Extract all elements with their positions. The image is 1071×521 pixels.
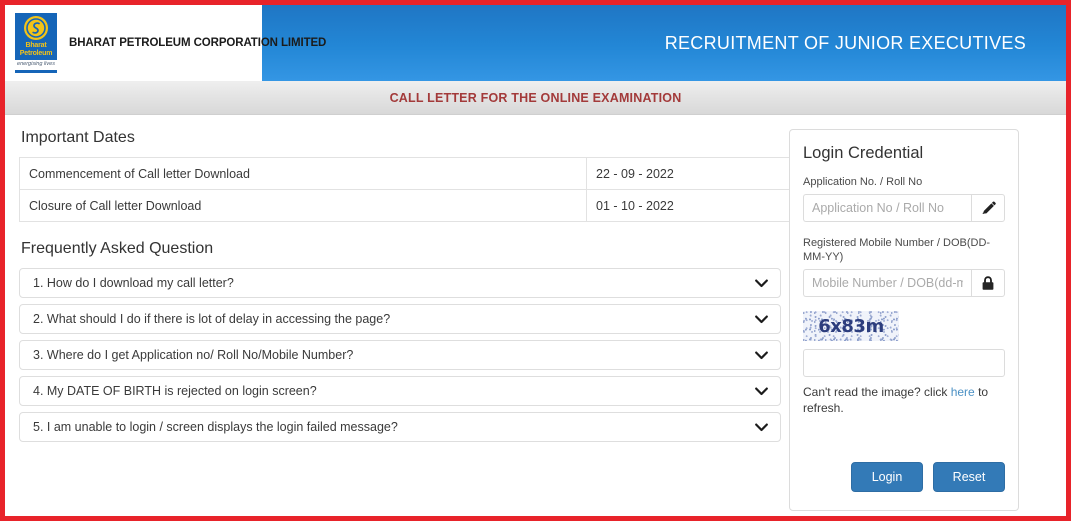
faq-item-4[interactable]: 4. My DATE OF BIRTH is rejected on login…	[19, 376, 781, 406]
table-row: Closure of Call letter Download 01 - 10 …	[19, 189, 818, 222]
refresh-captcha-link[interactable]: here	[951, 385, 975, 399]
faq-list: 1. How do I download my call letter? 2. …	[19, 268, 781, 442]
table-row: Commencement of Call letter Download 22 …	[19, 157, 818, 190]
application-no-input[interactable]	[803, 194, 971, 222]
login-panel-title: Login Credential	[803, 144, 924, 162]
faq-item-5[interactable]: 5. I am unable to login / screen display…	[19, 412, 781, 442]
date-label: Closure of Call letter Download	[19, 189, 587, 222]
mobile-dob-input[interactable]	[803, 269, 971, 297]
captcha-input[interactable]	[803, 349, 1005, 377]
page-title: RECRUITMENT OF JUNIOR EXECUTIVES	[664, 32, 1026, 53]
faq-item-1[interactable]: 1. How do I download my call letter?	[19, 268, 781, 298]
application-no-field-group	[803, 194, 1005, 222]
logo-wordmark: Bharat Petroleum	[19, 42, 53, 57]
faq-item-label: 5. I am unable to login / screen display…	[33, 420, 398, 434]
chevron-down-icon[interactable]	[755, 351, 768, 360]
pencil-icon[interactable]	[971, 194, 1005, 222]
faq-item-label: 1. How do I download my call letter?	[33, 276, 234, 290]
right-column: Login Credential Application No. / Roll …	[789, 129, 1052, 516]
page-frame: Bharat Petroleum energising lives BHARAT…	[0, 0, 1071, 521]
chevron-down-icon[interactable]	[755, 423, 768, 432]
chevron-down-icon[interactable]	[755, 315, 768, 324]
left-column: Important Dates Commencement of Call let…	[19, 129, 818, 516]
date-value: 22 - 09 - 2022	[586, 157, 818, 190]
chevron-down-icon[interactable]	[755, 279, 768, 288]
site-header: Bharat Petroleum energising lives BHARAT…	[5, 5, 1066, 81]
login-actions: Login Reset	[803, 462, 1005, 492]
important-dates-title: Important Dates	[21, 129, 135, 146]
faq-item-3[interactable]: 3. Where do I get Application no/ Roll N…	[19, 340, 781, 370]
logo-emblem-icon	[24, 16, 48, 40]
faq-title: Frequently Asked Question	[21, 240, 214, 257]
logo-word-line2: Petroleum	[19, 49, 53, 57]
faq-item-label: 2. What should I do if there is lot of d…	[33, 312, 391, 326]
lock-icon[interactable]	[971, 269, 1005, 297]
date-value: 01 - 10 - 2022	[586, 189, 818, 222]
faq-item-label: 3. Where do I get Application no/ Roll N…	[33, 348, 354, 362]
bpcl-logo-icon: Bharat Petroleum energising lives	[15, 13, 57, 73]
captcha-image: 6x83m	[803, 311, 899, 341]
login-button[interactable]: Login	[851, 462, 923, 492]
refresh-note-prefix: Can't read the image? click	[803, 385, 951, 399]
reset-button[interactable]: Reset	[933, 462, 1005, 492]
mobile-dob-field-group	[803, 269, 1005, 297]
captcha-refresh-note: Can't read the image? click here to refr…	[803, 384, 1005, 416]
logo-band: Bharat Petroleum energising lives BHARAT…	[5, 5, 326, 81]
logo-tagline: energising lives	[15, 60, 57, 70]
application-no-label: Application No. / Roll No	[803, 176, 923, 188]
main-content: Important Dates Commencement of Call let…	[5, 115, 1066, 516]
date-label: Commencement of Call letter Download	[19, 157, 587, 190]
login-panel: Login Credential Application No. / Roll …	[789, 129, 1019, 511]
faq-item-2[interactable]: 2. What should I do if there is lot of d…	[19, 304, 781, 334]
faq-item-label: 4. My DATE OF BIRTH is rejected on login…	[33, 384, 317, 398]
captcha-text: 6x83m	[818, 315, 884, 337]
call-letter-banner: CALL LETTER FOR THE ONLINE EXAMINATION	[5, 81, 1066, 115]
important-dates-table: Commencement of Call letter Download 22 …	[19, 157, 818, 222]
logo-word-line1: Bharat	[25, 42, 47, 49]
mobile-dob-label: Registered Mobile Number / DOB(DD-MM-YY)	[803, 237, 991, 263]
chevron-down-icon[interactable]	[755, 387, 768, 396]
